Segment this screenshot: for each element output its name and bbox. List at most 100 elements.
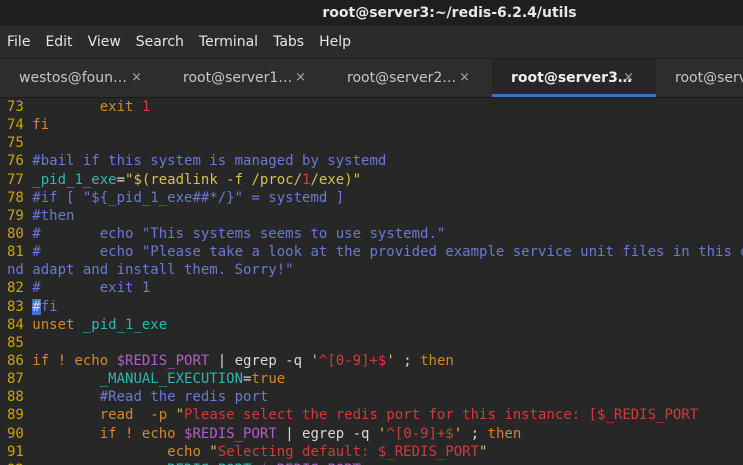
code-token: Selecting default: $_REDIS_PORT xyxy=(217,443,480,460)
code-token: unset xyxy=(32,316,83,333)
code-token: exit xyxy=(99,99,142,115)
line-number: 79 xyxy=(7,207,33,224)
code-token: if ! xyxy=(99,425,142,442)
line-number: 87 xyxy=(7,371,33,388)
code-token: ; xyxy=(462,425,488,442)
code-token: ' xyxy=(386,352,395,369)
terminal-line: nd adapt and install them. Sorry!" xyxy=(0,261,743,279)
code-token: 1 xyxy=(141,99,151,115)
close-icon[interactable]: × xyxy=(131,70,142,85)
line-number: 77 xyxy=(7,171,33,188)
code-token: nd adapt and install them. Sorry!" xyxy=(7,262,294,279)
line-number: 85 xyxy=(7,334,33,351)
tab-server-overflow[interactable]: root@serv xyxy=(656,59,743,97)
menu-bar: File Edit View Search Terminal Tabs Help xyxy=(0,26,743,58)
code-token: true xyxy=(251,371,286,388)
line-number: 76 xyxy=(7,153,33,170)
code-token: #bail if this system is managed by syste… xyxy=(32,153,387,170)
code-token: " xyxy=(209,443,218,460)
code-token: echo xyxy=(141,425,185,442)
code-token: fi xyxy=(40,298,58,315)
line-number: 86 xyxy=(7,352,33,369)
code-token: then xyxy=(487,425,522,442)
tab-label: root@server1… xyxy=(183,70,293,86)
code-token: $REDIS_PORT xyxy=(116,352,210,369)
close-icon[interactable]: × xyxy=(623,70,634,85)
menu-terminal[interactable]: Terminal xyxy=(192,34,266,50)
terminal-line: 79 #then xyxy=(0,207,743,225)
terminal-line: 74 fi xyxy=(0,116,743,134)
terminal-line: 75 xyxy=(0,134,743,152)
window-title: root@server3:~/redis-6.2.4/utils xyxy=(322,5,577,21)
code-token: = xyxy=(116,171,126,188)
code-token: # echo "This systems seems to use system… xyxy=(32,225,446,242)
code-token: ' xyxy=(310,352,319,369)
menu-view[interactable]: View xyxy=(81,34,129,50)
terminal-line: 80 # echo "This systems seems to use sys… xyxy=(0,225,743,243)
tab-westos[interactable]: westos@foun… × xyxy=(0,59,164,97)
line-number: 83 xyxy=(7,298,33,315)
code-token: | egrep -q xyxy=(276,425,378,442)
terminal-line: 78 #if [ "${_pid_1_exe##*/}" = systemd ] xyxy=(0,189,743,207)
terminal-line: 89 read -p "Please select the redis port… xyxy=(0,406,743,424)
tab-label: westos@foun… xyxy=(19,70,127,86)
text-cursor: # xyxy=(32,298,41,315)
code-token: #then xyxy=(32,207,75,224)
tab-server2[interactable]: root@server2… × xyxy=(328,59,492,97)
code-token: " xyxy=(479,443,488,460)
line-number: 75 xyxy=(7,135,33,152)
code-token: if ! xyxy=(32,352,75,369)
code-token: read -p xyxy=(99,407,176,424)
line-number: 89 xyxy=(7,407,33,424)
line-number: 90 xyxy=(7,425,33,442)
line-number: 74 xyxy=(7,117,33,134)
close-icon[interactable]: × xyxy=(459,70,470,85)
code-token: "$(readlink -f /proc/ xyxy=(125,171,303,188)
menu-edit[interactable]: Edit xyxy=(38,34,80,50)
terminal-line: 86 if ! echo $REDIS_PORT | egrep -q '^[0… xyxy=(0,352,743,370)
code-token: fi xyxy=(32,117,50,134)
menu-help[interactable]: Help xyxy=(312,34,359,50)
menu-search[interactable]: Search xyxy=(129,34,192,50)
code-token: ^[0-9]+$ xyxy=(318,352,387,369)
terminal-line: 84 unset _pid_1_exe xyxy=(0,316,743,334)
tab-server3[interactable]: root@server3… × xyxy=(492,59,656,97)
code-token: then xyxy=(420,352,454,369)
terminal-line: 76 #bail if this system is managed by sy… xyxy=(0,152,743,170)
terminal-line: 87 _MANUAL_EXECUTION=true xyxy=(0,370,743,388)
tab-label: root@server3… xyxy=(511,70,632,86)
menu-file[interactable]: File xyxy=(0,34,38,50)
terminal-line: 83 #fi xyxy=(0,298,743,316)
line-number: 91 xyxy=(7,443,33,460)
line-number: 80 xyxy=(7,225,33,242)
close-icon[interactable]: × xyxy=(295,70,306,85)
tab-label: root@server2… xyxy=(347,70,457,86)
code-token: ^[0-9]+$ xyxy=(386,425,454,442)
code-token: $REDIS_PORT xyxy=(184,425,277,442)
window-titlebar[interactable]: root@server3:~/redis-6.2.4/utils xyxy=(0,0,743,26)
code-token: _pid_1_exe xyxy=(32,171,117,188)
menu-tabs[interactable]: Tabs xyxy=(266,34,312,50)
code-token: /exe)" xyxy=(310,171,362,188)
code-token: _pid_1_exe xyxy=(82,316,168,333)
terminal-line: 77 _pid_1_exe="$(readlink -f /proc/1/exe… xyxy=(0,171,743,189)
line-number: 82 xyxy=(7,280,33,297)
terminal-line: 91 echo "Selecting default: $_REDIS_PORT… xyxy=(0,443,743,461)
terminal-line: 88 #Read the redis port xyxy=(0,388,743,406)
line-number: 78 xyxy=(7,189,33,206)
tab-server1[interactable]: root@server1… × xyxy=(164,59,328,97)
code-token: echo xyxy=(74,352,117,369)
terminal-line: 82 # exit 1 xyxy=(0,279,743,297)
code-token: _MANUAL_EXECUTION xyxy=(99,371,244,388)
terminal-line: 85 xyxy=(0,334,743,352)
code-token: #if [ "${_pid_1_exe##*/}" = systemd ] xyxy=(32,189,345,206)
terminal-output[interactable]: 73 exit 1 74 fi 75 76 #bail if this system… xyxy=(0,98,743,465)
line-number: 73 xyxy=(7,99,33,115)
line-number: 84 xyxy=(7,316,33,333)
